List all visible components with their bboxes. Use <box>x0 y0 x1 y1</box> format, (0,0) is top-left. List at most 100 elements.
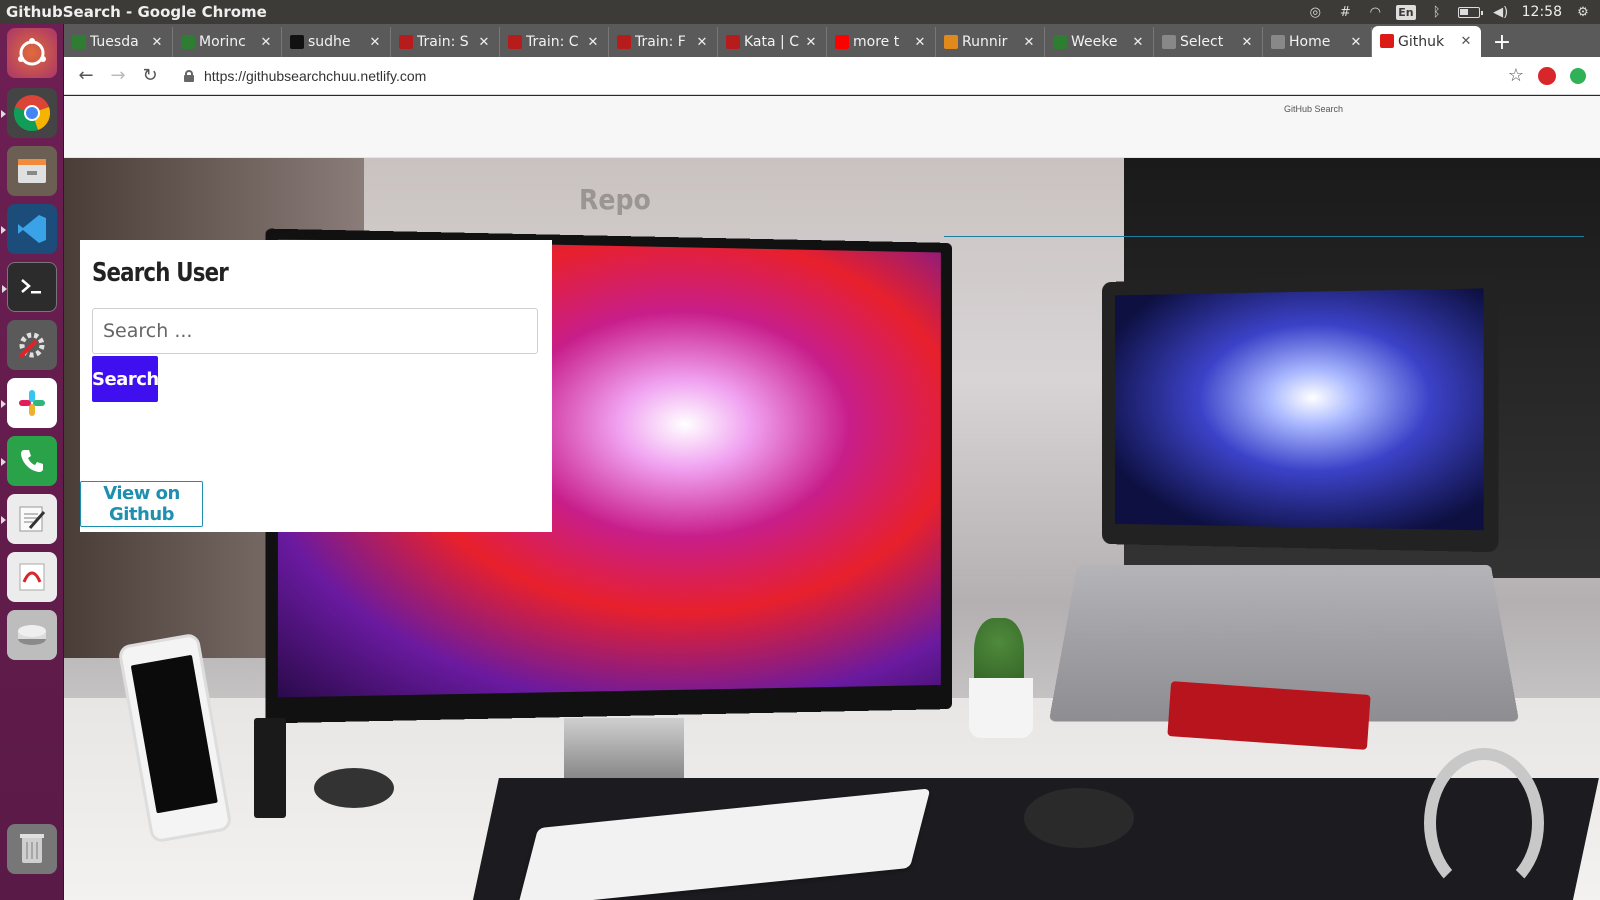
site-brand[interactable]: GitHub Search <box>1284 104 1343 114</box>
tab-title: Train: S <box>417 34 469 50</box>
tab-favicon-icon <box>1162 35 1176 49</box>
tab-title: Train: C <box>526 34 579 50</box>
close-tab-icon[interactable]: ✕ <box>1349 35 1363 50</box>
tab-favicon-icon <box>944 35 958 49</box>
hero-background-image: Repo Search User Search View on Github <box>64 158 1600 900</box>
wifi-icon[interactable]: ◠ <box>1366 4 1384 20</box>
tab-title: Githuk <box>1398 33 1445 50</box>
browser-tab[interactable]: Home ✕ <box>1263 27 1372 57</box>
omnibox[interactable]: https://githubsearchchuu.netlify.com <box>184 61 1508 91</box>
browser-tab[interactable]: more t ✕ <box>827 27 936 57</box>
tab-favicon-icon <box>1271 35 1285 49</box>
search-input[interactable] <box>92 308 538 354</box>
ubuntu-dash-icon[interactable] <box>7 28 57 78</box>
battery-icon[interactable] <box>1457 6 1483 18</box>
close-tab-icon[interactable]: ✕ <box>1131 35 1145 50</box>
whatsapp-icon[interactable]: ◎ <box>1306 4 1324 20</box>
forward-button[interactable]: → <box>102 60 134 92</box>
slack-tray-icon[interactable]: # <box>1336 4 1354 20</box>
browser-tab-strip: Tuesda ✕ Morinc ✕ sudhe ✕ Train: S ✕ Train: … <box>64 24 1600 57</box>
slack-icon[interactable] <box>1 378 57 428</box>
phone-icon[interactable] <box>1 436 57 486</box>
tab-title: sudhe <box>308 34 351 50</box>
tab-favicon-icon <box>508 35 522 49</box>
extension-icon[interactable] <box>1570 67 1586 84</box>
pdf-viewer-icon[interactable] <box>7 552 57 602</box>
vscode-icon[interactable] <box>1 204 57 254</box>
view-on-github-button[interactable]: View on Github <box>80 481 203 527</box>
text-editor-icon[interactable] <box>1 494 57 544</box>
tab-title: Morinc <box>199 34 246 50</box>
tab-favicon-icon <box>617 35 631 49</box>
browser-tab[interactable]: Train: C ✕ <box>500 27 609 57</box>
close-tab-icon[interactable]: ✕ <box>477 35 491 50</box>
system-tray: ◎ # ◠ En ᛒ ◀) 12:58 ⚙ <box>1306 4 1600 20</box>
browser-tab[interactable]: Train: S ✕ <box>391 27 500 57</box>
reload-button[interactable]: ↻ <box>134 60 166 92</box>
browser-tab[interactable]: sudhe ✕ <box>282 27 391 57</box>
file-manager-icon[interactable] <box>7 146 57 196</box>
volume-icon[interactable]: ◀) <box>1492 4 1510 20</box>
close-tab-icon[interactable]: ✕ <box>586 35 600 50</box>
browser-tab[interactable]: Tuesda ✕ <box>64 27 173 57</box>
tab-favicon-icon <box>181 35 195 49</box>
bluetooth-icon[interactable]: ᛒ <box>1428 4 1446 20</box>
url-text[interactable]: https://githubsearchchuu.netlify.com <box>204 68 426 84</box>
back-button[interactable]: ← <box>70 60 102 92</box>
browser-tab[interactable]: Morinc ✕ <box>173 27 282 57</box>
site-navbar: GitHub Search <box>64 96 1600 158</box>
repos-heading: Repo <box>579 183 651 216</box>
tab-favicon-icon <box>290 35 304 49</box>
tab-favicon-icon <box>399 35 413 49</box>
clock[interactable]: 12:58 <box>1522 4 1562 20</box>
tab-favicon-icon <box>726 35 740 49</box>
new-tab-button[interactable]: + <box>1487 27 1517 57</box>
close-tab-icon[interactable]: ✕ <box>259 35 273 50</box>
tab-title: Home <box>1289 34 1331 50</box>
terminal-icon[interactable] <box>2 262 57 312</box>
tab-favicon-icon <box>1053 35 1067 49</box>
tab-title: more t <box>853 34 900 50</box>
system-settings-icon[interactable] <box>7 320 57 370</box>
close-tab-icon[interactable]: ✕ <box>368 35 382 50</box>
tab-title: Kata | C <box>744 34 799 50</box>
search-button[interactable]: Search <box>92 356 159 402</box>
lock-icon[interactable] <box>184 69 194 82</box>
close-tab-icon[interactable]: ✕ <box>1022 35 1036 50</box>
browser-tab[interactable]: Weeke ✕ <box>1045 27 1154 57</box>
close-tab-icon[interactable]: ✕ <box>804 35 818 50</box>
toolbar-actions: ☆ <box>1508 65 1600 86</box>
close-tab-icon[interactable]: ✕ <box>1240 35 1254 50</box>
browser-tab[interactable]: Runnir ✕ <box>936 27 1045 57</box>
keyboard-language-indicator[interactable]: En <box>1396 4 1416 20</box>
close-tab-icon[interactable]: ✕ <box>150 35 164 50</box>
search-user-title: Search User <box>92 258 229 288</box>
divider <box>944 236 1584 237</box>
trash-icon[interactable] <box>7 824 57 874</box>
tab-title: Tuesda <box>90 34 139 50</box>
page-viewport: GitHub Search Repo Search User Search Vi… <box>64 96 1600 900</box>
tab-title: Runnir <box>962 34 1008 50</box>
close-tab-icon[interactable]: ✕ <box>1459 34 1473 49</box>
disk-icon[interactable] <box>7 610 57 660</box>
bookmark-star-icon[interactable]: ☆ <box>1508 65 1524 86</box>
browser-toolbar: ← → ↻ https://githubsearchchuu.netlify.c… <box>64 57 1600 95</box>
close-tab-icon[interactable]: ✕ <box>695 35 709 50</box>
chrome-icon[interactable] <box>1 88 57 138</box>
search-user-card: Search User Search View on Github <box>80 240 552 532</box>
close-tab-icon[interactable]: ✕ <box>913 35 927 50</box>
tab-favicon-icon <box>72 35 86 49</box>
tab-title: Train: F <box>635 34 686 50</box>
browser-tab[interactable]: Select ✕ <box>1154 27 1263 57</box>
os-top-panel: GithubSearch - Google Chrome ◎ # ◠ En ᛒ … <box>0 0 1600 24</box>
browser-tab-active[interactable]: Githuk ✕ <box>1372 26 1481 57</box>
browser-tab[interactable]: Train: F ✕ <box>609 27 718 57</box>
window-title: GithubSearch - Google Chrome <box>6 3 267 21</box>
gear-icon[interactable]: ⚙ <box>1574 4 1592 20</box>
extension-icon[interactable] <box>1538 66 1556 85</box>
browser-tab[interactable]: Kata | C ✕ <box>718 27 827 57</box>
tab-title: Weeke <box>1071 34 1118 50</box>
angular-favicon-icon <box>1380 34 1394 48</box>
tab-favicon-icon <box>835 35 849 49</box>
launcher-dock <box>0 24 64 900</box>
